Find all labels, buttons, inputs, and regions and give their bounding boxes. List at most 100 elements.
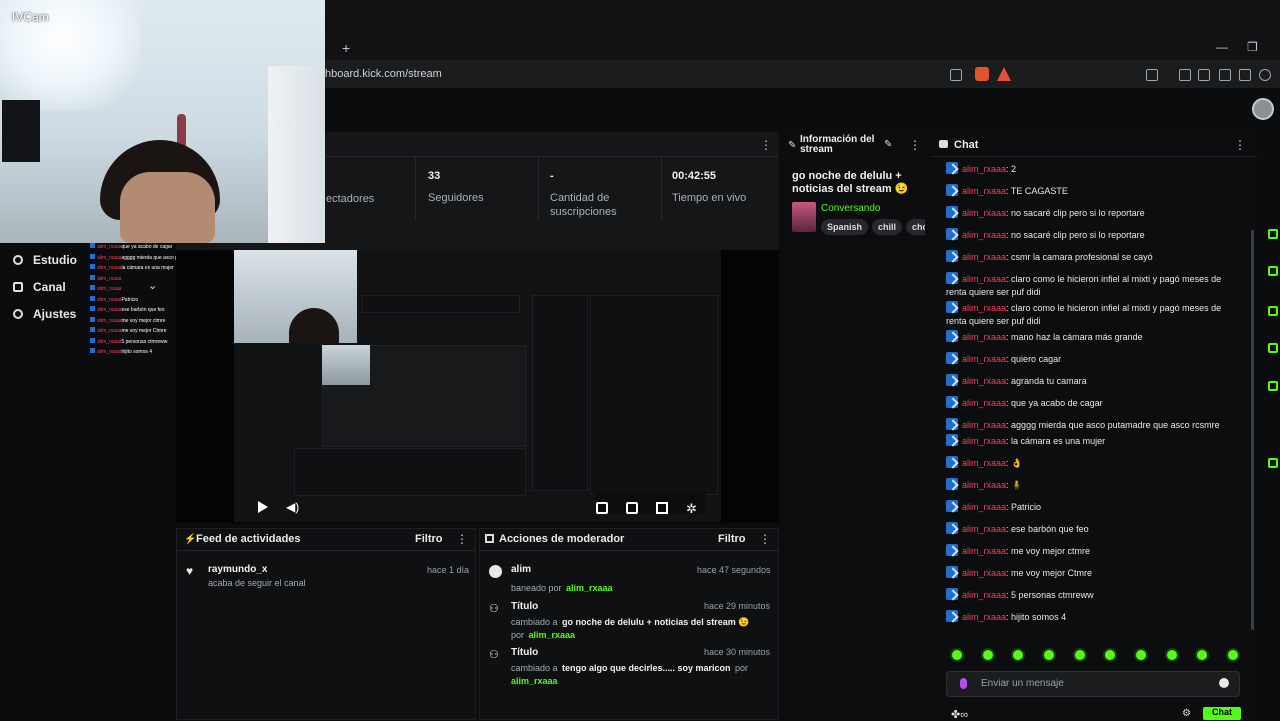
- chat-username[interactable]: alim_rxaaa: [962, 274, 1006, 284]
- chat-message: alim_rxaaa: que ya acabo de cagar: [946, 396, 1241, 410]
- activity-filter-button[interactable]: Filtro: [415, 533, 443, 545]
- chat-username[interactable]: alim_rxaaa: [962, 546, 1006, 556]
- activity-user[interactable]: raymundo_x: [208, 564, 267, 575]
- chat-username[interactable]: alim_rxaaa: [962, 568, 1006, 578]
- sidebar-item-settings[interactable]: Ajustes: [13, 307, 76, 321]
- activity-feed-panel: [176, 528, 476, 720]
- mod-action-value[interactable]: alim_rxaaa: [566, 583, 613, 593]
- door-object: [268, 66, 325, 243]
- kick-badge-icon: [946, 500, 958, 512]
- chat-username[interactable]: alim_rxaaa: [962, 420, 1006, 430]
- chat-username[interactable]: alim_rxaaa: [962, 252, 1006, 262]
- chat-username[interactable]: alim_rxaaa: [962, 524, 1006, 534]
- chat-username[interactable]: alim_rxaaa: [962, 208, 1006, 218]
- wallet-icon[interactable]: [1219, 69, 1231, 81]
- emoji-icon[interactable]: [1219, 678, 1229, 688]
- emote-icon[interactable]: [1133, 648, 1148, 662]
- chat-placeholder[interactable]: Enviar un mensaje: [981, 678, 1064, 689]
- infinity-icon[interactable]: ✤∞: [951, 708, 968, 721]
- mod-action-title[interactable]: alim: [511, 564, 531, 575]
- chat-username[interactable]: alim_rxaaa: [962, 332, 1006, 342]
- settings-gear-icon[interactable]: ✲: [686, 501, 697, 517]
- mod-action-value: go noche de delulu + noticias del stream…: [561, 617, 750, 627]
- chat-text: csmr la camara profesional se cayó: [1011, 252, 1153, 262]
- info-menu-icon[interactable]: ⋮: [909, 138, 921, 152]
- emote-icon[interactable]: [1195, 648, 1210, 662]
- chat-menu-icon[interactable]: ⋮: [1234, 138, 1246, 152]
- share-icon[interactable]: [950, 69, 962, 81]
- url-text[interactable]: hboard.kick.com/stream: [325, 68, 442, 80]
- mod-menu-icon[interactable]: ⋮: [759, 532, 771, 546]
- chat-username[interactable]: alim_rxaaa: [962, 354, 1006, 364]
- studio-icon: [13, 255, 23, 265]
- restore-button[interactable]: ❐: [1247, 40, 1258, 54]
- chat-username[interactable]: alim_rxaaa: [962, 303, 1006, 313]
- tag[interactable]: cho: [906, 219, 925, 235]
- chat-username[interactable]: alim_rxaaa: [962, 502, 1006, 512]
- chat-username[interactable]: alim_rxaaa: [962, 398, 1006, 408]
- overlay-chat-username: alim_rxaaa: [97, 275, 122, 282]
- new-tab-button[interactable]: +: [342, 40, 350, 56]
- emote-icon[interactable]: [980, 648, 995, 662]
- chat-username[interactable]: alim_rxaaa: [962, 230, 1006, 240]
- emote-icon[interactable]: [1041, 648, 1056, 662]
- sidebar-toggle-icon[interactable]: [1198, 69, 1210, 81]
- chat-divider: [932, 156, 1257, 157]
- chat-username[interactable]: alim_rxaaa: [962, 436, 1006, 446]
- rail-icon[interactable]: [1268, 266, 1278, 276]
- chat-username[interactable]: alim_rxaaa: [962, 458, 1006, 468]
- chat-username[interactable]: alim_rxaaa: [962, 480, 1006, 490]
- fullscreen-icon[interactable]: [656, 502, 668, 514]
- theater-icon[interactable]: [626, 502, 638, 514]
- chat-username[interactable]: alim_rxaaa: [962, 186, 1006, 196]
- chat-username[interactable]: alim_rxaaa: [962, 376, 1006, 386]
- sidebar-item-channel[interactable]: Canal: [13, 280, 66, 294]
- rail-icon[interactable]: [1268, 381, 1278, 391]
- edit-icon[interactable]: ✎: [884, 139, 892, 150]
- chat-username[interactable]: alim_rxaaa: [962, 590, 1006, 600]
- rail-icon[interactable]: [1268, 229, 1278, 239]
- emote-icon[interactable]: [1225, 648, 1240, 662]
- preview-panels: [294, 448, 526, 496]
- category-name[interactable]: Conversando: [821, 203, 880, 214]
- emote-icon[interactable]: [1103, 648, 1118, 662]
- brave-shield-icon[interactable]: [975, 67, 989, 81]
- rail-icon[interactable]: [1268, 458, 1278, 468]
- person-face: [120, 172, 215, 243]
- rail-icon[interactable]: [1268, 306, 1278, 316]
- rail-icon[interactable]: [1268, 343, 1278, 353]
- pip-icon[interactable]: [596, 502, 608, 514]
- sidebar-item-studio[interactable]: Estudio: [13, 253, 77, 267]
- chat-settings-icon[interactable]: ⚙: [1182, 708, 1191, 719]
- mod-action-by[interactable]: alim_rxaaa: [511, 676, 558, 686]
- tag[interactable]: chill: [872, 219, 903, 235]
- stats-menu-icon[interactable]: ⋮: [760, 138, 772, 152]
- play-icon[interactable]: [258, 501, 268, 513]
- music-icon[interactable]: [1179, 69, 1191, 81]
- chat-message: alim_rxaaa: me voy mejor Ctmre: [946, 566, 1241, 580]
- emote-icon[interactable]: [1164, 648, 1179, 662]
- avatar[interactable]: [1252, 98, 1274, 120]
- chat-message: alim_rxaaa: claro como le hicieron infie…: [946, 301, 1241, 328]
- chat-username[interactable]: alim_rxaaa: [962, 612, 1006, 622]
- minimize-button[interactable]: —: [1216, 40, 1228, 54]
- emote-icon[interactable]: [1072, 648, 1087, 662]
- kick-badge-icon: [90, 337, 95, 343]
- tag[interactable]: Spanish: [821, 219, 869, 235]
- vpn-icon[interactable]: [1259, 69, 1271, 81]
- tab-search-icon[interactable]: [1146, 69, 1158, 81]
- mod-filter-button[interactable]: Filtro: [718, 533, 746, 545]
- chat-scrollbar[interactable]: [1251, 230, 1254, 630]
- volume-icon[interactable]: ◀): [286, 500, 299, 514]
- mod-action-by[interactable]: alim_rxaaa: [528, 630, 575, 640]
- mic-icon[interactable]: [960, 678, 967, 689]
- activity-menu-icon[interactable]: ⋮: [456, 532, 468, 546]
- category-thumbnail[interactable]: [792, 202, 816, 232]
- chat-username[interactable]: alim_rxaaa: [962, 164, 1006, 174]
- kick-badge-icon: [946, 478, 958, 490]
- extensions-icon[interactable]: [1239, 69, 1251, 81]
- kick-badge-icon: [946, 330, 958, 342]
- chat-send-button[interactable]: Chat: [1203, 707, 1241, 720]
- emote-icon[interactable]: [950, 648, 964, 662]
- emote-icon[interactable]: [1011, 648, 1026, 662]
